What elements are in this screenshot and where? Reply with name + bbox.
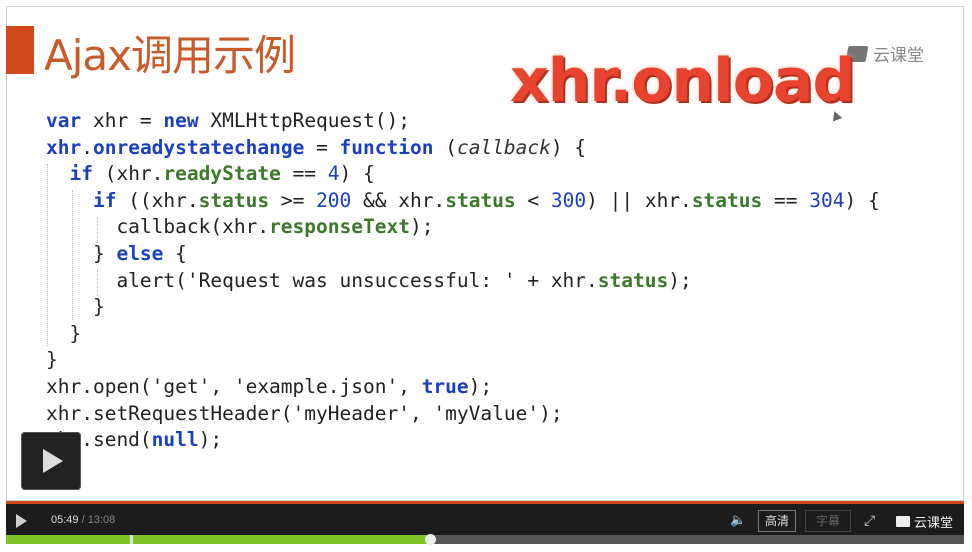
progress-bar[interactable] — [6, 534, 964, 545]
chapter-marker — [130, 535, 133, 544]
code-token: if — [92, 188, 117, 212]
code-token: ); — [198, 428, 223, 452]
code-token: readyState — [163, 162, 281, 186]
code-token: ) || xhr. — [586, 188, 692, 212]
code-token: function — [339, 135, 434, 159]
book-icon — [896, 516, 910, 527]
code-token: ) { — [844, 188, 880, 212]
code-token: == — [762, 188, 810, 212]
code-token: if — [69, 162, 93, 186]
code-token: } — [46, 348, 58, 372]
code-token: == — [280, 162, 328, 186]
code-line: } — [46, 294, 880, 321]
code-token: else — [116, 241, 164, 265]
subtitle-button[interactable]: 字幕 — [805, 510, 851, 532]
progress-fill — [6, 535, 431, 544]
code-token: onreadystatechange — [92, 135, 305, 159]
code-token: 300 — [550, 188, 587, 212]
code-token: { — [163, 241, 187, 265]
code-token: var — [46, 109, 82, 132]
code-token: ( — [433, 135, 457, 159]
code-token: status — [445, 188, 516, 212]
code-token: ) { — [550, 135, 587, 159]
code-token: true — [421, 374, 469, 398]
play-icon[interactable] — [16, 514, 27, 528]
player-logo: 云课堂 — [896, 512, 953, 531]
code-token: } — [46, 241, 117, 265]
code-line: xhr.send(null); — [46, 427, 880, 454]
code-token: } — [46, 295, 105, 319]
code-token: XMLHttpRequest(); — [198, 109, 410, 132]
code-token: && xhr. — [351, 188, 446, 212]
code-token: 304 — [809, 188, 845, 212]
code-token: ); — [668, 268, 692, 292]
code-line: xhr.setRequestHeader('myHeader', 'myValu… — [46, 401, 880, 428]
code-token: callback(xhr. — [46, 215, 270, 239]
code-token: status — [198, 188, 270, 212]
code-token: callback — [456, 135, 551, 159]
code-line: xhr.open('get', 'example.json', true); — [46, 374, 880, 401]
code-token: ); — [468, 374, 493, 398]
code-line: if ((xhr.status >= 200 && xhr.status < 3… — [46, 188, 880, 215]
fullscreen-icon[interactable]: ⤢ — [864, 512, 875, 529]
code-token: ((xhr. — [116, 188, 199, 212]
code-token: 200 — [316, 188, 352, 212]
code-token: responseText — [269, 215, 410, 239]
player-controls: 05:49 / 13:08 🔈 高清 字幕 ⤢ 云课堂 — [6, 501, 964, 535]
code-token: new — [163, 109, 199, 132]
slide-logo: 云课堂 — [845, 41, 924, 66]
code-token: null — [151, 428, 199, 452]
code-token: ); — [409, 215, 434, 239]
code-token: 4 — [327, 162, 340, 186]
code-token: (xhr. — [92, 162, 164, 186]
hq-button[interactable]: 高清 — [758, 510, 796, 532]
code-token: xhr.setRequestHeader('myHeader', 'myValu… — [46, 401, 563, 425]
slide-title: Ajax调用示例 — [44, 31, 296, 80]
time-separator: / — [78, 514, 88, 526]
video-player: Ajax调用示例 云课堂 xhr.onload var xhr = new XM… — [0, 0, 972, 552]
time-display: 05:49 / 13:08 — [51, 514, 115, 526]
big-play-icon — [43, 449, 63, 473]
code-token: >= — [269, 188, 317, 212]
code-block: var xhr = new XMLHttpRequest(); xhr.onrea… — [46, 108, 880, 454]
total-time: 13:08 — [87, 514, 116, 526]
current-time: 05:49 — [51, 514, 79, 526]
code-line: alert('Request was unsuccessful: ' + xhr… — [46, 268, 880, 295]
code-token: xhr = — [81, 109, 164, 132]
code-line: callback(xhr.responseText); — [46, 214, 880, 241]
big-play-button[interactable] — [21, 432, 81, 490]
progress-handle[interactable] — [425, 534, 437, 545]
code-token: xhr.open('get', 'example.json', — [46, 374, 422, 398]
code-line: } else { — [46, 241, 880, 268]
code-token: < — [515, 188, 551, 212]
code-line: var xhr = new XMLHttpRequest(); — [46, 108, 880, 135]
code-token: ) { — [339, 162, 375, 186]
code-line: xhr.onreadystatechange = function (callb… — [46, 135, 880, 162]
code-line: } — [46, 321, 880, 348]
title-accent-bar — [6, 26, 34, 74]
code-token: xhr — [46, 135, 82, 159]
code-token: status — [597, 268, 669, 292]
code-token: status — [691, 188, 763, 212]
code-line: } — [46, 347, 880, 374]
code-line: if (xhr.readyState == 4) { — [46, 161, 880, 188]
overlay-annotation: xhr.onload — [510, 46, 855, 116]
slide-logo-text: 云课堂 — [873, 46, 924, 66]
player-logo-text: 云课堂 — [914, 516, 954, 531]
code-token: = — [304, 135, 340, 159]
code-token: . — [81, 135, 93, 159]
code-token: } — [46, 321, 82, 345]
code-token: alert('Request was unsuccessful: ' + xhr… — [46, 268, 598, 292]
volume-icon[interactable]: 🔈 — [730, 512, 746, 527]
